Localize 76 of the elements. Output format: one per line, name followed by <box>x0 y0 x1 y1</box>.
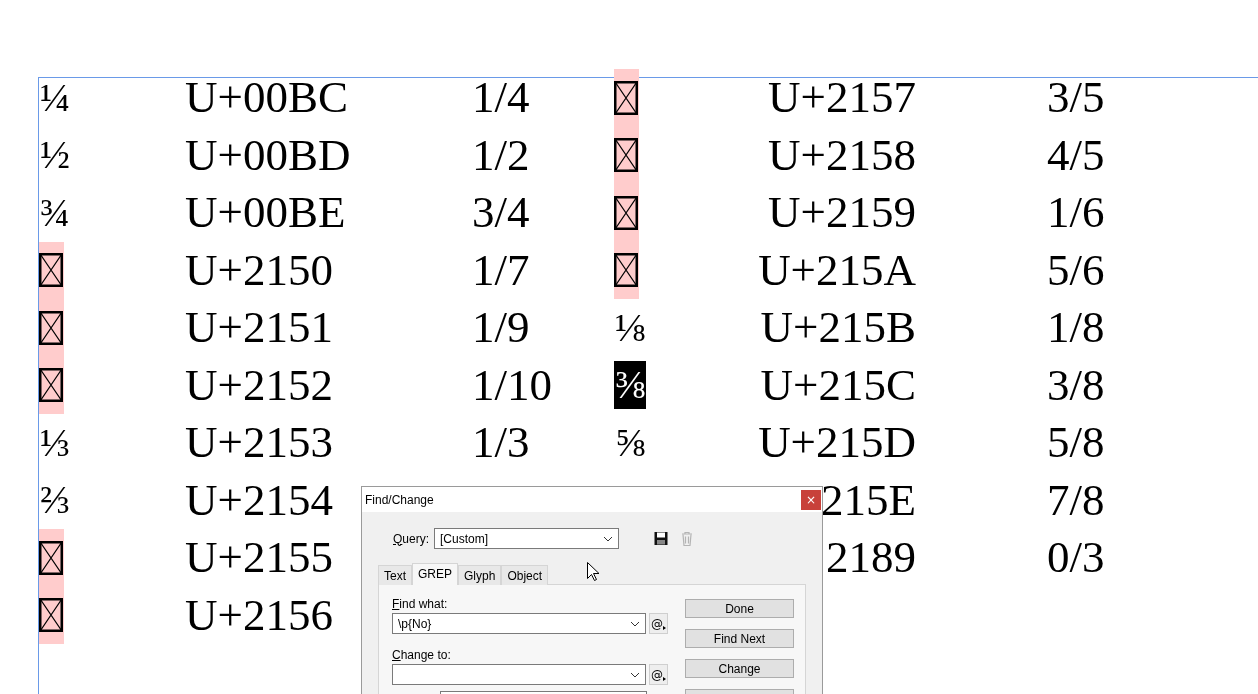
fraction-glyph: ⅛ <box>614 307 646 348</box>
fraction-text: 1/6 <box>1047 190 1105 236</box>
fraction-text: 4/5 <box>1047 132 1105 178</box>
fraction-glyph: ⅔ <box>39 480 71 521</box>
dialog-button[interactable]: Done <box>685 599 794 618</box>
query-dropdown[interactable]: [Custom] <box>434 528 620 549</box>
missing-glyph-icon <box>614 80 638 115</box>
find-what-label: Find what: <box>392 597 449 611</box>
change-to-field[interactable] <box>392 664 646 685</box>
unicode-code: U+2155 <box>185 535 333 581</box>
unicode-code: 2189 <box>826 535 916 581</box>
missing-glyph-icon <box>39 253 63 288</box>
triangle-icon <box>663 626 666 630</box>
fraction-glyph: ¼ <box>39 77 71 118</box>
fraction-text: 1/3 <box>472 420 530 466</box>
unicode-code: U+2157 <box>768 75 916 121</box>
dialog-button[interactable]: Find Next <box>685 629 794 648</box>
missing-glyph-icon <box>614 195 638 230</box>
fraction-text: 5/6 <box>1047 247 1105 293</box>
fraction-glyph: ⅝ <box>614 422 646 463</box>
fraction-text: 3/4 <box>472 190 530 236</box>
chevron-down-icon[interactable] <box>630 671 640 678</box>
special-characters-button[interactable]: @ <box>649 664 668 685</box>
fraction-glyph: ¾ <box>39 192 71 233</box>
unicode-code: U+2159 <box>768 190 916 236</box>
unicode-code: U+2158 <box>768 132 916 178</box>
fraction-glyph: ⅓ <box>39 422 71 463</box>
unicode-code: 215E <box>821 477 916 523</box>
missing-glyph-icon <box>39 310 63 345</box>
unicode-code: U+2154 <box>185 477 333 523</box>
unicode-code: U+2151 <box>185 305 333 351</box>
special-characters-button[interactable]: @ <box>649 613 668 634</box>
missing-glyph-icon <box>39 368 63 403</box>
missing-glyph-icon <box>39 540 63 575</box>
fraction-glyph: ⅜ <box>614 361 646 410</box>
fraction-text: 3/8 <box>1047 362 1105 408</box>
unicode-code: U+215A <box>758 247 916 293</box>
unicode-code: U+00BD <box>185 132 351 178</box>
unicode-code: U+00BE <box>185 190 346 236</box>
triangle-icon <box>663 677 666 681</box>
tab[interactable]: GREP <box>412 563 459 585</box>
unicode-code: U+215D <box>758 420 916 466</box>
unicode-code: U+00BC <box>185 75 348 121</box>
fraction-text: 1/8 <box>1047 305 1105 351</box>
fraction-text: 1/9 <box>472 305 530 351</box>
fraction-text: 0/3 <box>1047 535 1105 581</box>
unicode-code: U+215B <box>760 305 916 351</box>
chevron-down-icon[interactable] <box>603 535 614 542</box>
save-icon[interactable] <box>654 531 669 546</box>
missing-glyph-icon <box>39 598 63 633</box>
unicode-code: U+2156 <box>185 592 333 638</box>
missing-glyph-icon <box>614 253 638 288</box>
tab[interactable]: Object <box>501 565 549 585</box>
close-button[interactable]: × <box>801 489 821 510</box>
fraction-text: 1/10 <box>472 362 552 408</box>
dialog-button[interactable]: Change <box>685 659 794 678</box>
unicode-code: U+2152 <box>185 362 333 408</box>
unicode-code: U+2153 <box>185 420 333 466</box>
dialog-title: Find/Change <box>365 492 434 507</box>
fraction-text: 1/2 <box>472 132 530 178</box>
chevron-down-icon[interactable] <box>630 620 640 627</box>
unicode-code: U+2150 <box>185 247 333 293</box>
fraction-text: 1/4 <box>472 75 530 121</box>
fraction-glyph: ½ <box>39 135 71 176</box>
find-what-field[interactable]: \p{No} <box>392 613 646 634</box>
missing-glyph-icon <box>614 138 638 173</box>
fraction-text: 5/8 <box>1047 420 1105 466</box>
query-label: Query: <box>393 531 430 546</box>
fraction-text: 7/8 <box>1047 477 1105 523</box>
fraction-text: 1/7 <box>472 247 530 293</box>
mouse-pointer-icon <box>587 562 599 581</box>
unicode-code: U+215C <box>760 362 916 408</box>
fraction-text: 3/5 <box>1047 75 1105 121</box>
tab[interactable]: Text <box>378 565 412 585</box>
tab[interactable]: Glyph <box>458 565 502 585</box>
change-to-label: Change to: <box>392 648 452 662</box>
